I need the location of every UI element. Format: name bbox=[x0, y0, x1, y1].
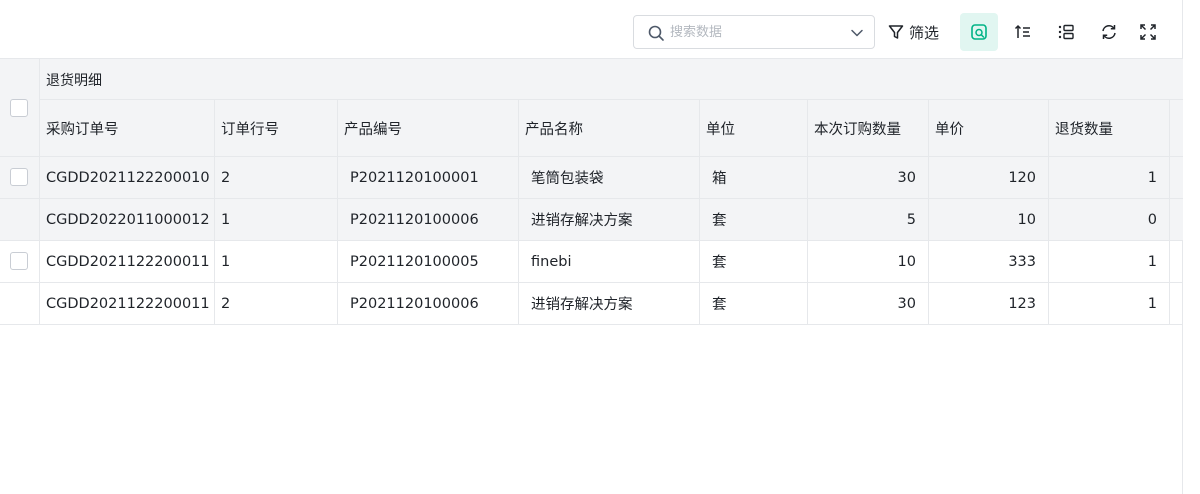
search-box[interactable] bbox=[633, 15, 875, 49]
column-header-return-qty[interactable]: 退货数量 bbox=[1049, 100, 1170, 157]
chevron-down-icon[interactable] bbox=[850, 26, 864, 40]
cell-po-number: CGDD2022011000012 bbox=[40, 199, 215, 240]
filter-icon bbox=[888, 25, 904, 39]
group-button[interactable] bbox=[1047, 13, 1085, 51]
cell-product-name: 笔筒包装袋 bbox=[519, 157, 700, 198]
cell-unit-price: 333 bbox=[929, 241, 1049, 282]
cell-po-number: CGDD2021122200011 bbox=[40, 241, 215, 282]
group-title: 退货明细 bbox=[46, 73, 102, 89]
table-view-icon bbox=[971, 24, 987, 40]
checkbox-column-header bbox=[0, 59, 40, 157]
cell-line-number: 2 bbox=[215, 283, 338, 324]
cell-return-qty: 1 bbox=[1049, 283, 1170, 324]
cell-unit: 套 bbox=[700, 283, 808, 324]
cell-return-qty: 1 bbox=[1049, 157, 1170, 198]
refresh-button[interactable] bbox=[1090, 13, 1128, 51]
view-toggle-button[interactable] bbox=[960, 13, 998, 51]
sort-icon bbox=[1014, 24, 1030, 38]
row-checkbox[interactable] bbox=[10, 168, 28, 186]
cell-product-name: 进销存解决方案 bbox=[519, 199, 700, 240]
search-input[interactable] bbox=[670, 17, 840, 47]
cell-line-number: 2 bbox=[215, 157, 338, 198]
row-checkbox-cell bbox=[0, 199, 40, 240]
fullscreen-button[interactable] bbox=[1129, 13, 1167, 51]
cell-line-number: 1 bbox=[215, 241, 338, 282]
cell-product-code: P2021120100001 bbox=[338, 157, 519, 198]
select-all-checkbox[interactable] bbox=[10, 99, 28, 117]
fullscreen-icon bbox=[1140, 24, 1156, 40]
table-row[interactable]: CGDD2022011000012 1 P2021120100006 进销存解决… bbox=[0, 199, 1183, 241]
return-detail-table: 退货明细 采购订单号 订单行号 产品编号 产品名称 单位 本次订购数量 单价 退… bbox=[0, 58, 1183, 325]
row-checkbox-cell bbox=[0, 241, 40, 282]
filter-label: 筛选 bbox=[909, 23, 940, 42]
group-list-icon bbox=[1058, 24, 1074, 40]
column-header-unit[interactable]: 单位 bbox=[700, 100, 808, 157]
cell-return-qty: 0 bbox=[1049, 199, 1170, 240]
refresh-icon bbox=[1102, 25, 1116, 39]
column-header-line-number[interactable]: 订单行号 bbox=[215, 100, 338, 157]
cell-po-number: CGDD2021122200010 bbox=[40, 157, 215, 198]
row-checkbox[interactable] bbox=[10, 252, 28, 270]
cell-line-number: 1 bbox=[215, 199, 338, 240]
search-icon bbox=[648, 25, 664, 41]
cell-order-qty: 5 bbox=[808, 199, 929, 240]
toolbar: 筛选 bbox=[0, 0, 1183, 58]
cell-product-code: P2021120100006 bbox=[338, 199, 519, 240]
column-header-po-number[interactable]: 采购订单号 bbox=[40, 100, 215, 157]
column-header-order-qty[interactable]: 本次订购数量 bbox=[808, 100, 929, 157]
cell-unit-price: 120 bbox=[929, 157, 1049, 198]
cell-product-code: P2021120100005 bbox=[338, 241, 519, 282]
column-header-row: 采购订单号 订单行号 产品编号 产品名称 单位 本次订购数量 单价 退货数量 bbox=[40, 100, 1183, 157]
row-checkbox-cell bbox=[0, 157, 40, 198]
cell-product-name: 进销存解决方案 bbox=[519, 283, 700, 324]
filter-button[interactable]: 筛选 bbox=[887, 17, 939, 47]
table-row[interactable]: CGDD2021122200010 2 P2021120100001 笔筒包装袋… bbox=[0, 157, 1183, 199]
cell-unit: 套 bbox=[700, 199, 808, 240]
cell-return-qty: 1 bbox=[1049, 241, 1170, 282]
cell-product-code: P2021120100006 bbox=[338, 283, 519, 324]
cell-unit: 箱 bbox=[700, 157, 808, 198]
table-row[interactable]: CGDD2021122200011 1 P2021120100005 fineb… bbox=[0, 241, 1183, 283]
cell-product-name: finebi bbox=[519, 241, 700, 282]
cell-po-number: CGDD2021122200011 bbox=[40, 283, 215, 324]
cell-unit-price: 10 bbox=[929, 199, 1049, 240]
cell-order-qty: 10 bbox=[808, 241, 929, 282]
table-row[interactable]: CGDD2021122200011 2 P2021120100006 进销存解决… bbox=[0, 283, 1183, 325]
row-checkbox-cell bbox=[0, 283, 40, 324]
cell-order-qty: 30 bbox=[808, 283, 929, 324]
column-header-product-code[interactable]: 产品编号 bbox=[338, 100, 519, 157]
cell-unit: 套 bbox=[700, 241, 808, 282]
column-header-unit-price[interactable]: 单价 bbox=[929, 100, 1049, 157]
sort-button[interactable] bbox=[1004, 13, 1042, 51]
column-header-product-name[interactable]: 产品名称 bbox=[519, 100, 700, 157]
group-header: 退货明细 bbox=[40, 59, 1183, 100]
cell-unit-price: 123 bbox=[929, 283, 1049, 324]
cell-order-qty: 30 bbox=[808, 157, 929, 198]
